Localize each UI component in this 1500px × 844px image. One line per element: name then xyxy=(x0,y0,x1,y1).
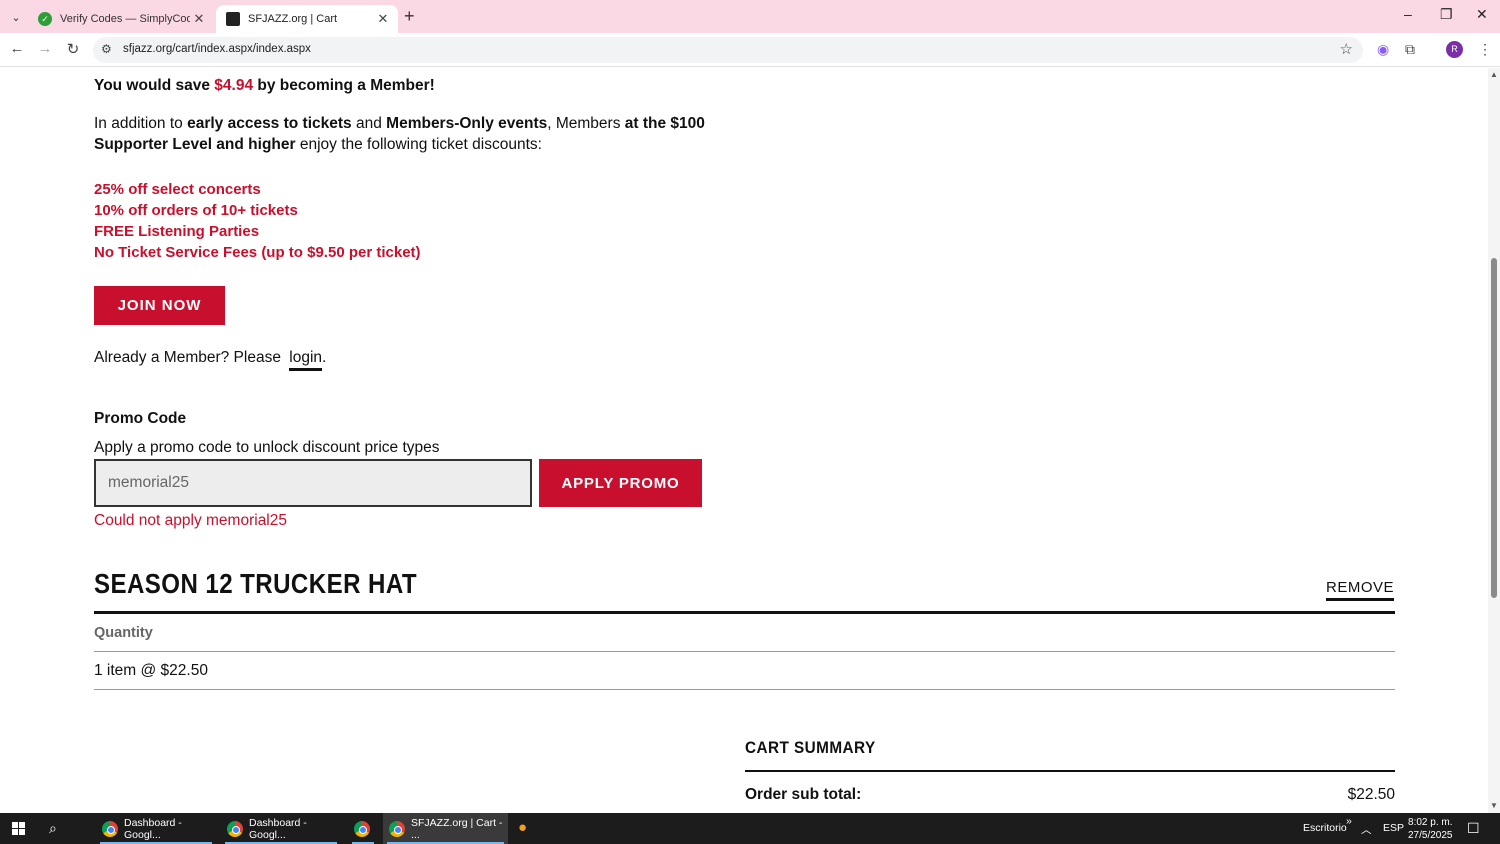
divider xyxy=(94,651,1395,652)
promo-code-title: Promo Code xyxy=(94,410,187,427)
url-text[interactable]: sfjazz.org/cart/index.aspx/index.aspx xyxy=(123,43,311,55)
forward-icon[interactable]: → xyxy=(35,40,55,57)
back-icon[interactable]: ← xyxy=(7,40,27,57)
divider xyxy=(94,611,1395,614)
chrome-icon xyxy=(354,820,370,837)
cart-item-title: SEASON 12 TRUCKER HAT xyxy=(94,568,418,599)
profile-avatar[interactable]: R xyxy=(1446,41,1463,58)
bookmark-star-icon[interactable]: ☆ xyxy=(1340,40,1353,58)
cart-summary-title: CART SUMMARY xyxy=(745,738,876,757)
member-benefits-list: 25% off select concerts 10% off orders o… xyxy=(94,179,421,263)
close-window-icon[interactable]: ✕ xyxy=(1476,6,1488,23)
already-member-text: Already a Member? Please login. xyxy=(94,349,326,371)
notifications-icon[interactable]: ☐ xyxy=(1467,820,1480,837)
minimize-icon[interactable]: – xyxy=(1404,6,1412,22)
subtotal-label: Order sub total: xyxy=(745,786,862,803)
chrome-icon xyxy=(227,820,243,837)
search-icon[interactable]: ⌕ xyxy=(49,820,57,837)
remove-item-link[interactable]: REMOVE xyxy=(1326,579,1395,601)
scroll-down-icon[interactable]: ▼ xyxy=(1490,801,1498,810)
taskbar-item-chrome-active[interactable]: SFJAZZ.org | Cart - ... xyxy=(383,813,508,844)
taskbar-item-chrome[interactable]: Dashboard - Googl... xyxy=(221,813,341,844)
login-link[interactable]: login xyxy=(289,349,323,371)
tab-title: SFJAZZ.org | Cart xyxy=(248,13,338,25)
windows-taskbar: ⌕ Dashboard - Googl... Dashboard - Googl… xyxy=(0,813,1500,844)
membership-intro: In addition to early access to tickets a… xyxy=(94,115,705,153)
benefit-item: 10% off orders of 10+ tickets xyxy=(94,202,298,219)
scroll-thumb[interactable] xyxy=(1491,258,1497,598)
tab-strip: ⌄ ✓ Verify Codes — SimplyCodes ✕ SFJAZZ.… xyxy=(0,0,1500,33)
taskbar-item-chrome[interactable]: Dashboard - Googl... xyxy=(96,813,216,844)
simplycodes-favicon-icon: ✓ xyxy=(38,12,52,26)
site-info-icon[interactable]: ⚙ xyxy=(101,42,112,56)
menu-kebab-icon[interactable]: ⋮ xyxy=(1478,41,1492,58)
quantity-label: Quantity xyxy=(94,625,153,641)
divider xyxy=(745,770,1395,772)
address-bar[interactable]: ⚙ sfjazz.org/cart/index.aspx/index.aspx … xyxy=(93,37,1363,63)
chevron-right-icon[interactable]: » xyxy=(1346,815,1352,827)
savings-amount: $4.94 xyxy=(214,77,254,94)
page-scrollbar[interactable]: ▲ ▼ xyxy=(1488,68,1500,813)
promo-error-message: Could not apply memorial25 xyxy=(94,512,287,529)
divider xyxy=(94,689,1395,690)
quantity-value: 1 item @ $22.50 xyxy=(94,662,208,679)
tab-sfjazz-cart[interactable]: SFJAZZ.org | Cart ✕ xyxy=(216,5,398,33)
subtotal-value: $22.50 xyxy=(1347,786,1395,803)
tab-search-chevron-icon[interactable]: ⌄ xyxy=(6,7,26,27)
extensions-puzzle-icon[interactable]: ⧉ xyxy=(1405,41,1415,58)
windows-start-icon[interactable] xyxy=(12,822,25,835)
tab-simplycodes[interactable]: ✓ Verify Codes — SimplyCodes ✕ xyxy=(28,5,214,33)
desktop-label[interactable]: Escritorio xyxy=(1303,822,1347,834)
tab-title: Verify Codes — SimplyCodes xyxy=(60,13,190,25)
close-tab-icon[interactable]: ✕ xyxy=(374,11,392,27)
browser-toolbar: ← → ↻ ⚙ sfjazz.org/cart/index.aspx/index… xyxy=(0,33,1500,67)
sfjazz-favicon-icon xyxy=(226,12,240,26)
close-tab-icon[interactable]: ✕ xyxy=(190,11,208,27)
benefit-item: No Ticket Service Fees (up to $9.50 per … xyxy=(94,244,421,261)
benefit-item: FREE Listening Parties xyxy=(94,223,260,240)
taskbar-item-chrome[interactable] xyxy=(348,813,378,844)
clock[interactable]: 8:02 p. m. 27/5/2025 xyxy=(1408,816,1453,842)
chrome-icon xyxy=(389,820,405,837)
scroll-up-icon[interactable]: ▲ xyxy=(1490,70,1498,79)
language-indicator[interactable]: ESP xyxy=(1383,822,1404,834)
tray-expand-icon[interactable]: ︿ xyxy=(1361,822,1372,837)
restore-icon[interactable]: ❐ xyxy=(1440,6,1453,23)
reload-icon[interactable]: ↻ xyxy=(63,40,83,58)
extension-icon[interactable]: ◉ xyxy=(1377,41,1389,58)
chrome-icon xyxy=(102,820,118,837)
promo-code-subtitle: Apply a promo code to unlock discount pr… xyxy=(94,439,440,456)
apply-promo-button[interactable]: APPLY PROMO xyxy=(539,459,702,507)
join-now-button[interactable]: JOIN NOW xyxy=(94,286,225,325)
new-tab-icon[interactable]: + xyxy=(404,6,415,27)
cart-page: You would save $4.94 by becoming a Membe… xyxy=(0,68,1488,813)
app-icon[interactable]: ● xyxy=(518,819,527,836)
benefit-item: 25% off select concerts xyxy=(94,181,261,198)
promo-code-input[interactable] xyxy=(94,459,532,507)
member-savings-headline: You would save $4.94 by becoming a Membe… xyxy=(94,77,435,94)
